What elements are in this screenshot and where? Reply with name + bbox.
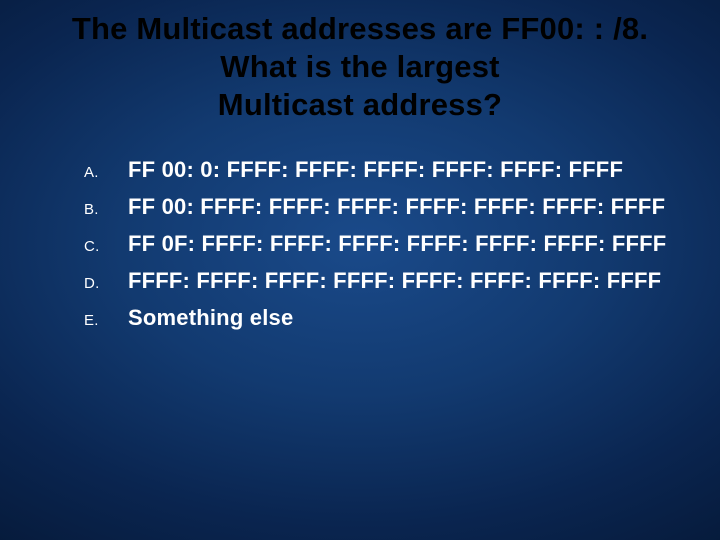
option-row: E. Something else: [84, 305, 698, 331]
option-text: FF 00: FFFF: FFFF: FFFF: FFFF: FFFF: FFF…: [128, 194, 665, 220]
option-row: B. FF 00: FFFF: FFFF: FFFF: FFFF: FFFF: …: [84, 194, 698, 220]
answer-options: A. FF 00: 0: FFFF: FFFF: FFFF: FFFF: FFF…: [84, 157, 698, 331]
option-row: A. FF 00: 0: FFFF: FFFF: FFFF: FFFF: FFF…: [84, 157, 698, 183]
option-letter: B.: [84, 201, 128, 218]
option-text: Something else: [128, 305, 293, 331]
option-letter: A.: [84, 164, 128, 181]
option-letter: C.: [84, 238, 128, 255]
title-line-3: Multicast address?: [218, 87, 502, 122]
option-row: D. FFFF: FFFF: FFFF: FFFF: FFFF: FFFF: F…: [84, 268, 698, 294]
title-line-1: The Multicast addresses are FF00: : /8.: [72, 11, 648, 46]
option-letter: D.: [84, 275, 128, 292]
title-line-2: What is the largest: [220, 49, 499, 84]
option-text: FF 0F: FFFF: FFFF: FFFF: FFFF: FFFF: FFF…: [128, 231, 666, 257]
slide: The Multicast addresses are FF00: : /8. …: [0, 0, 720, 540]
option-text: FF 00: 0: FFFF: FFFF: FFFF: FFFF: FFFF: …: [128, 157, 623, 183]
option-row: C. FF 0F: FFFF: FFFF: FFFF: FFFF: FFFF: …: [84, 231, 698, 257]
option-text: FFFF: FFFF: FFFF: FFFF: FFFF: FFFF: FFFF…: [128, 268, 661, 294]
option-letter: E.: [84, 312, 128, 329]
question-title: The Multicast addresses are FF00: : /8. …: [22, 10, 698, 123]
